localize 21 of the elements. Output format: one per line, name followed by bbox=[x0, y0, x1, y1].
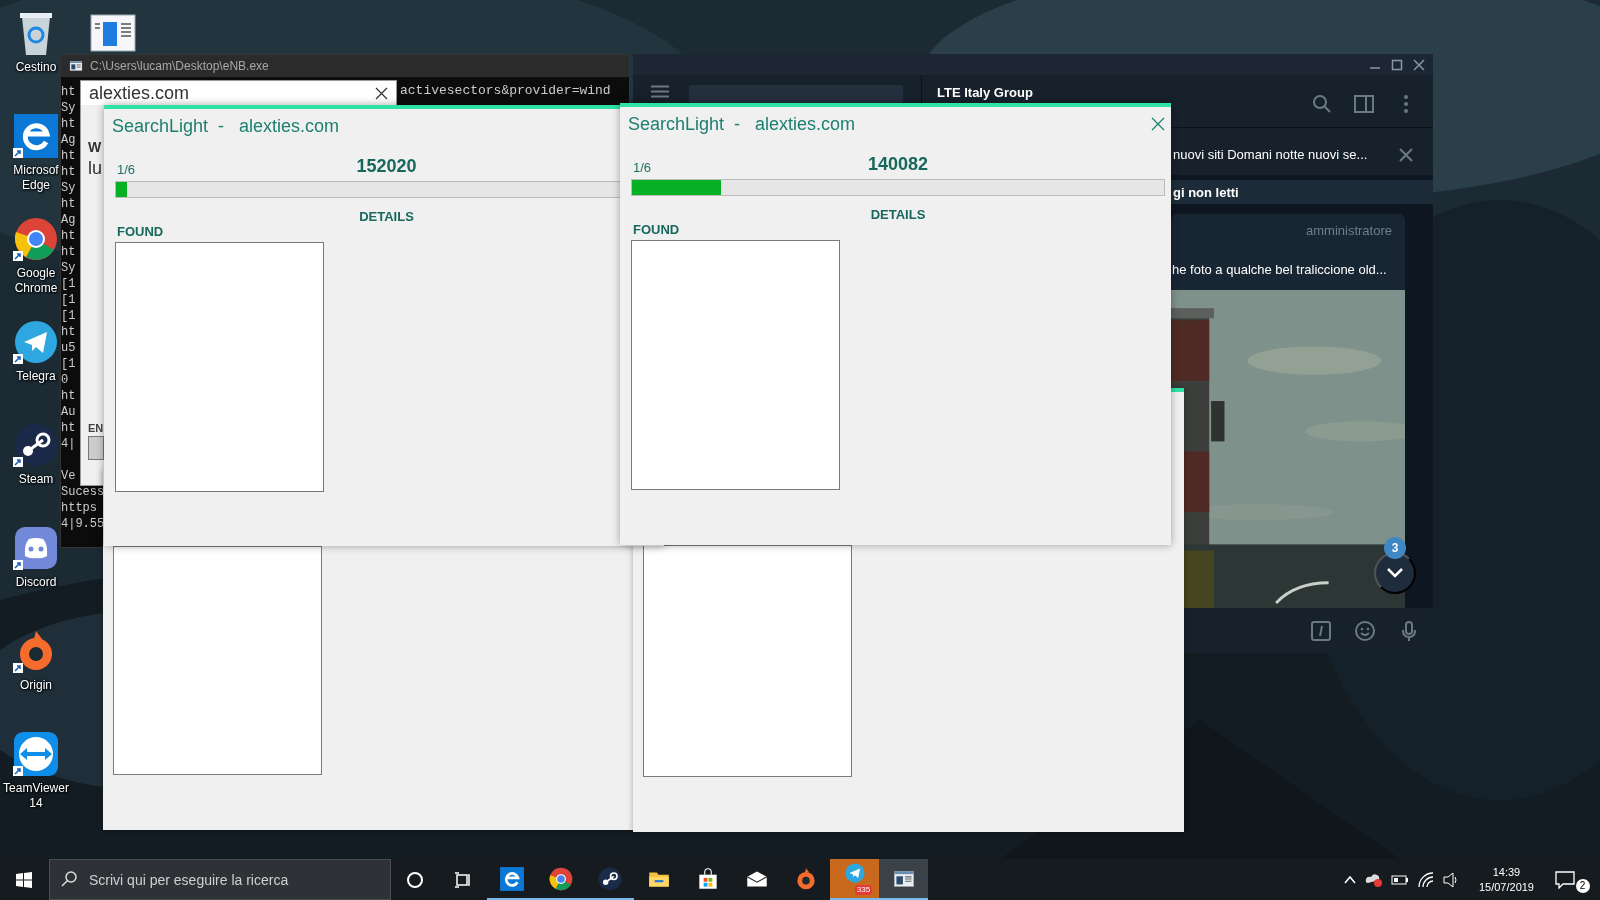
app-badge: 335 bbox=[854, 885, 873, 895]
taskbar-app[interactable] bbox=[879, 859, 928, 900]
clock-time: 14:39 bbox=[1492, 864, 1521, 880]
clock[interactable]: 14:39 15/07/2019 bbox=[1468, 864, 1544, 895]
round-logo-icon bbox=[596, 865, 623, 892]
search-field[interactable]: Scrivi qui per eseguire la ricerca bbox=[49, 859, 391, 900]
task-view-icon bbox=[454, 870, 472, 889]
four-panes-icon bbox=[16, 871, 32, 888]
clock-date: 15/07/2019 bbox=[1478, 879, 1534, 895]
arc-logo-icon bbox=[498, 865, 525, 892]
cloud-error-icon[interactable] bbox=[1364, 871, 1383, 888]
battery-icon[interactable] bbox=[1390, 872, 1409, 887]
paper-plane-icon bbox=[843, 862, 866, 884]
taskbar-app[interactable]: 335 bbox=[830, 859, 879, 900]
notification-count: 2 bbox=[1575, 878, 1590, 893]
notifications-button[interactable]: 2 bbox=[1552, 866, 1592, 893]
wifi-icon[interactable] bbox=[1416, 871, 1435, 888]
speech-bubble-icon bbox=[1554, 870, 1575, 889]
search-icon bbox=[61, 871, 77, 887]
segmented-circle-icon bbox=[547, 865, 574, 892]
circle-icon bbox=[406, 870, 424, 889]
